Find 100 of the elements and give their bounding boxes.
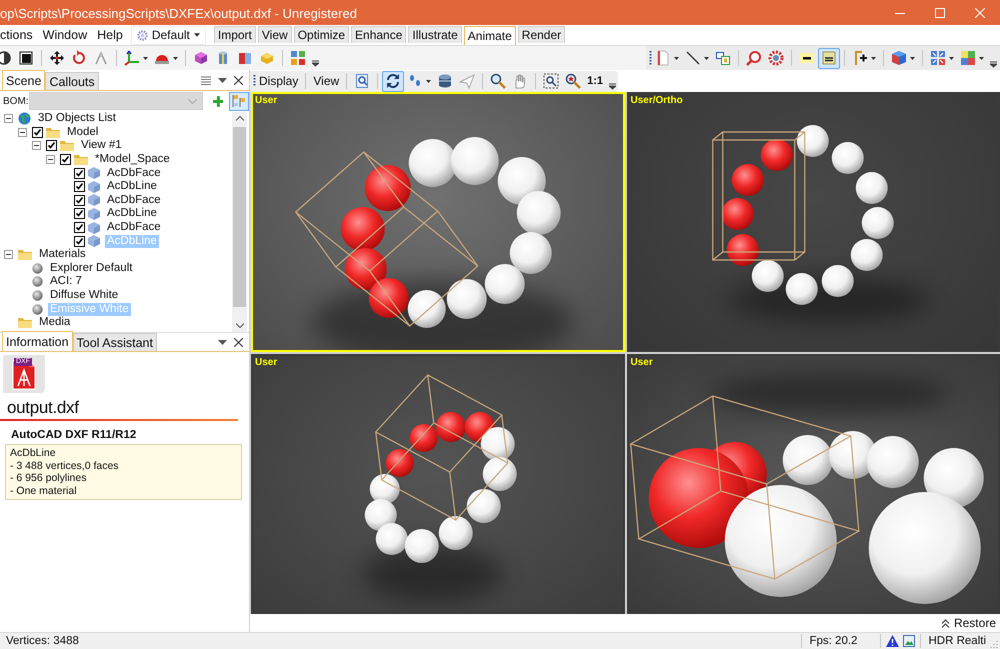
restore-button[interactable]: Restore [936, 614, 1000, 632]
chevron-down-icon [188, 98, 197, 104]
tree-item[interactable]: AcDbFace [105, 221, 163, 234]
line-icon [685, 50, 701, 66]
tree-item[interactable]: AcDbFace [105, 194, 163, 207]
detail-line: AcDbLine [10, 447, 57, 460]
tree-item[interactable]: Media [37, 316, 72, 330]
scroll-up-icon[interactable] [236, 116, 244, 121]
checkbox[interactable] [74, 208, 85, 220]
cube-icon [88, 167, 100, 180]
panel-tab[interactable]: Callouts [45, 72, 99, 90]
toolbar-button[interactable] [382, 70, 404, 92]
scroll-down-icon[interactable] [236, 323, 244, 328]
panel-tab[interactable]: Information [2, 331, 73, 351]
highlighted-sphere [436, 412, 466, 442]
checkbox[interactable] [74, 194, 85, 206]
panel-tab[interactable]: Scene [2, 70, 46, 90]
sphere [466, 489, 501, 523]
tree-item[interactable]: 3D Objects List [36, 112, 118, 126]
sphere [861, 207, 894, 239]
page-zoom-icon [354, 73, 370, 89]
magnifier-icon [490, 73, 506, 89]
rotate-icon [71, 50, 87, 66]
ribbon-tab[interactable]: View [258, 26, 292, 43]
actual-size-button[interactable]: 1:1 [584, 72, 606, 90]
collapse-icon[interactable] [4, 114, 13, 124]
cube-icon [88, 180, 100, 193]
menu-item[interactable]: ctions [0, 28, 33, 42]
viewport[interactable]: User [626, 354, 1000, 614]
resize-grip-icon[interactable] [990, 640, 998, 648]
close-icon[interactable] [234, 76, 243, 84]
scrollbar-thumb[interactable] [233, 127, 246, 307]
sphere [821, 265, 854, 297]
ribbon-tab[interactable]: Animate [464, 26, 516, 45]
dropdown-caret-icon[interactable] [218, 340, 227, 344]
viewport[interactable]: User/Ortho [626, 92, 1000, 352]
sphere [404, 529, 439, 563]
viewport-label: User [630, 357, 653, 368]
grip-icon[interactable] [253, 74, 256, 88]
tree-item[interactable]: Diffuse White [48, 289, 120, 302]
collapse-icon[interactable] [4, 250, 13, 260]
tree-item[interactable]: ACI: 7 [48, 275, 84, 288]
ribbon-tab[interactable]: Optimize [294, 26, 350, 43]
menu-button[interactable]: Display [256, 72, 302, 90]
menu-icon[interactable] [201, 76, 211, 84]
ribbon-tab[interactable]: Illustrate [408, 26, 462, 43]
picture-icon[interactable] [903, 635, 916, 647]
tree-item[interactable]: AcDbLine [105, 180, 159, 194]
magnifier-icon [565, 73, 582, 89]
sphere [785, 273, 818, 305]
sphere-icon [32, 276, 43, 288]
checkbox[interactable] [32, 126, 43, 138]
tree-item[interactable]: View #1 [79, 139, 124, 152]
menu-button[interactable]: View [310, 72, 342, 90]
workspace-dropdown[interactable]: Default [130, 26, 206, 44]
ribbon-tab[interactable]: Render [518, 26, 566, 43]
tree-item[interactable]: Model [65, 126, 100, 139]
highlighted-sphere [410, 424, 438, 452]
tree-item[interactable]: AcDbFace [105, 166, 163, 180]
menu-item[interactable]: Window [42, 28, 88, 42]
sphere [516, 191, 561, 235]
grip-icon[interactable] [649, 50, 652, 66]
sphere [866, 436, 918, 488]
tree-item[interactable]: AcDbLine [105, 207, 159, 220]
tree-item[interactable]: *Model_Space [93, 153, 172, 166]
checkbox[interactable] [74, 168, 85, 179]
panel-tab[interactable]: Tool Assistant [72, 333, 157, 351]
collapse-icon[interactable] [18, 128, 27, 137]
dropdown-caret-icon[interactable] [218, 78, 227, 82]
toolbar-button[interactable] [818, 48, 840, 68]
sphere [364, 499, 397, 531]
sphere [498, 157, 546, 205]
menu-item[interactable]: Help [97, 28, 123, 42]
folder-icon [74, 154, 88, 166]
sphere [480, 427, 515, 461]
checkbox[interactable] [60, 154, 71, 166]
checkbox[interactable] [74, 222, 85, 234]
linked-boxes-icon [715, 50, 731, 66]
tree-item[interactable]: Materials [37, 248, 88, 262]
ribbon-tab[interactable]: Enhance [351, 26, 406, 43]
add-icon[interactable] [212, 96, 224, 106]
folder-icon [18, 249, 32, 260]
close-icon[interactable] [234, 338, 243, 346]
minus-icon [799, 50, 815, 66]
cube-icon [88, 235, 100, 248]
status-text: Fps: 20.2 [808, 635, 858, 647]
tree-item[interactable]: Explorer Default [48, 262, 134, 275]
ribbon-tab[interactable]: Import [214, 26, 256, 43]
status-text: Vertices: 3488 [5, 635, 80, 647]
checkbox[interactable] [46, 140, 57, 152]
checkbox[interactable] [74, 236, 85, 247]
collapse-icon[interactable] [46, 155, 55, 164]
collapse-icon[interactable] [32, 141, 41, 150]
sphere-icon [32, 290, 43, 302]
viewport[interactable]: User [251, 92, 624, 352]
checkbox[interactable] [74, 181, 85, 192]
warning-icon[interactable] [886, 635, 900, 647]
viewport[interactable]: User [251, 354, 624, 614]
sphere [408, 290, 446, 328]
scrollbar[interactable] [232, 112, 247, 332]
